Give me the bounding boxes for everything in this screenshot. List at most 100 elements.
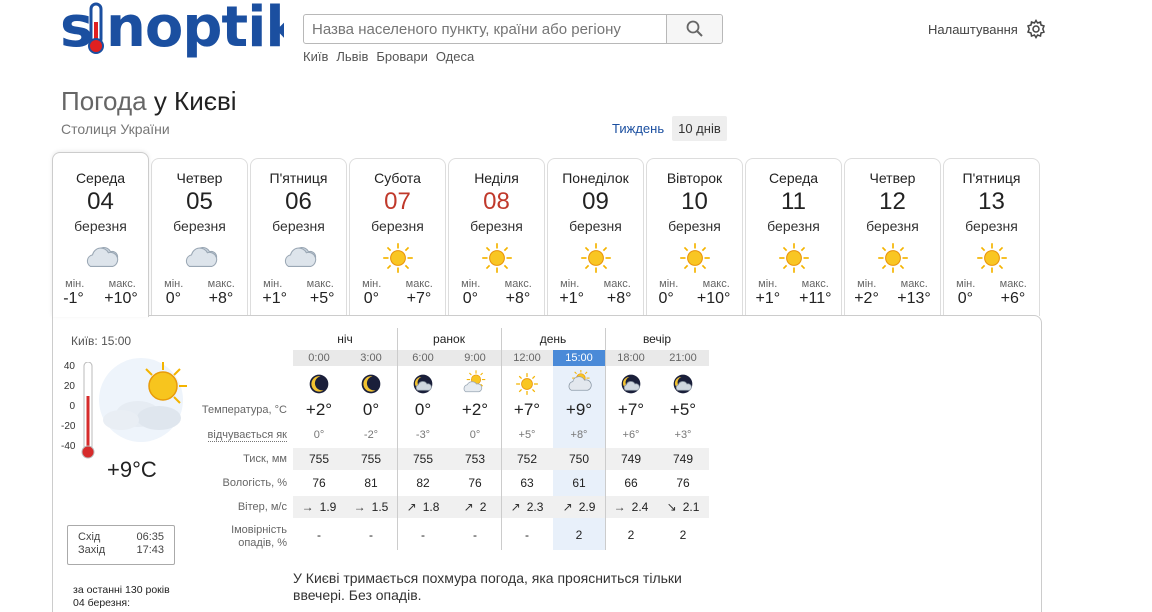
sunset-label: Захід	[78, 544, 106, 556]
min-label: мін.	[263, 278, 283, 290]
period-separator	[605, 328, 606, 550]
hour-wind: → 1.9	[293, 496, 345, 518]
feels-like-label: відчувається як	[207, 429, 287, 442]
day-icon-wrap	[845, 240, 940, 276]
tab-week[interactable]: Тиждень	[610, 116, 666, 141]
day-tab[interactable]: П'ятниця 06 березня мін. макс. +1° +5°	[250, 158, 347, 316]
day-month: березня	[272, 218, 325, 234]
scale-tick: -20	[61, 421, 76, 432]
svg-text:s: s	[60, 0, 92, 60]
min-max-labels: мін. макс.	[152, 278, 247, 290]
day-name: Понеділок	[562, 170, 629, 186]
thermometer-scale: 40 20 0 -20 -40	[61, 360, 75, 460]
hour-pressure: 753	[464, 452, 486, 466]
settings-button[interactable]: Налаштування	[928, 19, 1046, 39]
day-month: березня	[74, 218, 127, 234]
min-temp: 0°	[957, 290, 974, 307]
sinoptik-logo[interactable]: s noptik	[60, 0, 305, 60]
day-tab[interactable]: Середа 11 березня мін. макс. +1° +11°	[745, 158, 842, 316]
min-max-labels: мін. макс.	[251, 278, 346, 290]
hour-feels-like: +5°	[518, 429, 536, 441]
day-date: 12	[879, 188, 906, 215]
cloudy-night-icon	[673, 374, 693, 394]
hour-icon-wrap	[293, 370, 345, 398]
scale-tick: 20	[63, 381, 75, 392]
row-label-temperature: Температура, °C	[201, 404, 287, 416]
settings-label: Налаштування	[928, 21, 1018, 37]
scale-tick: 40	[63, 361, 75, 372]
hour-pressure: 755	[360, 452, 382, 466]
day-date: 13	[978, 188, 1005, 215]
hour-label: 3:00	[360, 352, 382, 364]
period-separator	[501, 328, 502, 550]
min-max-labels: мін. макс.	[746, 278, 841, 290]
max-label: макс.	[207, 278, 235, 290]
quick-city-link[interactable]: Київ	[303, 49, 328, 64]
sun-icon	[382, 243, 413, 273]
sun-icon	[516, 373, 538, 395]
day-icon-wrap	[449, 240, 544, 276]
max-temp: +11°	[799, 290, 832, 307]
hour-precipitation: -	[473, 528, 477, 542]
day-tab[interactable]: П'ятниця 13 березня мін. макс. 0° +6°	[943, 158, 1040, 316]
hour-icon-wrap	[345, 370, 397, 398]
day-tab[interactable]: Четвер 12 березня мін. макс. +2° +13°	[844, 158, 941, 316]
day-tab[interactable]: Понеділок 09 березня мін. макс. +1° +8°	[547, 158, 644, 316]
tab-10-days[interactable]: 10 днів	[672, 116, 727, 141]
day-icon-wrap	[548, 240, 643, 276]
quick-city-link[interactable]: Львів	[336, 49, 368, 64]
wind-speed: 2.3	[526, 500, 544, 514]
hour-feels-like: -2°	[363, 429, 379, 441]
hour-label: 15:00	[553, 350, 605, 366]
day-name: П'ятниця	[962, 170, 1021, 186]
scale-tick: 0	[69, 401, 75, 412]
quick-cities: Київ Львів Бровари Одеса	[303, 49, 474, 64]
hour-pressure: 749	[620, 452, 642, 466]
min-max-labels: мін. макс.	[548, 278, 643, 290]
day-date: 11	[781, 188, 806, 215]
day-name: Вівторок	[666, 170, 723, 186]
quick-city-link[interactable]: Одеса	[436, 49, 474, 64]
hour-precipitation: 2	[575, 528, 583, 542]
hour-wind: → 1.5	[345, 496, 397, 518]
day-tab[interactable]: Четвер 05 березня мін. макс. 0° +8°	[151, 158, 248, 316]
cloudy-icon	[284, 246, 316, 267]
day-tab[interactable]: Субота 07 березня мін. макс. 0° +7°	[349, 158, 446, 316]
row-label-pressure: Тиск, мм	[243, 453, 287, 465]
quick-city-link[interactable]: Бровари	[376, 49, 427, 64]
period-name: день	[539, 332, 567, 346]
day-tab[interactable]: Вівторок 10 березня мін. макс. 0° +10°	[646, 158, 743, 316]
weather-description: У Києві тримається похмура погода, яка п…	[293, 570, 682, 603]
moon-icon	[361, 374, 381, 394]
sun-icon	[481, 243, 512, 273]
hour-temperature: +2°	[305, 400, 333, 419]
wind-direction-icon: ↗	[463, 500, 474, 514]
min-temp: +2°	[854, 290, 879, 307]
gear-icon	[1026, 19, 1045, 39]
hour-humidity: 66	[624, 476, 638, 490]
hour-label: 6:00	[412, 352, 434, 364]
min-max-values: 0° +6°	[944, 290, 1039, 308]
cloudy-icon	[86, 246, 118, 267]
search-input[interactable]	[304, 15, 666, 43]
hour-wind: ↘ 2.1	[657, 496, 709, 518]
min-max-labels: мін. макс.	[53, 278, 148, 290]
partly-cloudy-icon	[568, 370, 592, 391]
sunset-time: 17:43	[136, 544, 164, 556]
feels-like-link[interactable]: відчувається як	[207, 429, 287, 442]
day-icon-wrap	[746, 240, 841, 276]
day-name: П'ятниця	[269, 170, 328, 186]
hour-humidity: 76	[312, 476, 326, 490]
wind-speed: 1.9	[319, 500, 337, 514]
thermometer-icon	[81, 362, 95, 459]
min-label: мін.	[956, 278, 976, 290]
search-button[interactable]	[666, 15, 722, 43]
hour-feels-like: 0°	[469, 429, 481, 441]
max-temp: +8°	[208, 290, 234, 307]
day-tab[interactable]: Неділя 08 березня мін. макс. 0° +8°	[448, 158, 545, 316]
day-tab[interactable]: Середа 04 березня мін. макс. -1° +10°	[52, 152, 149, 317]
day-month: березня	[866, 218, 919, 234]
wind-direction-icon: →	[301, 500, 314, 514]
wind-direction-icon: →	[613, 500, 626, 514]
max-temp: +8°	[606, 290, 632, 307]
